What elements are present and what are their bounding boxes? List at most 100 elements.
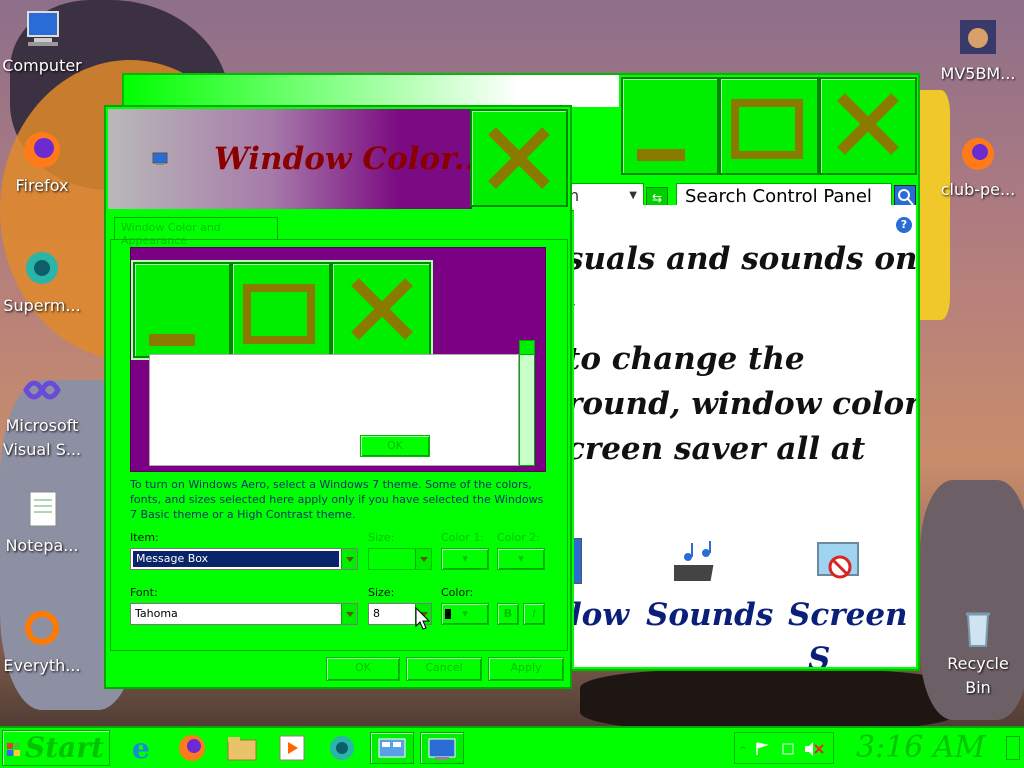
image-file-icon: [956, 16, 1000, 60]
font-value: Tahoma: [135, 607, 178, 620]
explorer-taskbar-button[interactable]: [224, 732, 260, 764]
description-line: round, window color,: [574, 386, 916, 422]
minimize-icon: [637, 149, 685, 161]
preview-close-button: [331, 262, 431, 358]
tray-icons: ^: [739, 742, 824, 756]
font-label: Font:: [130, 586, 158, 599]
firefox-icon: [956, 132, 1000, 176]
font-color-button[interactable]: ▾: [441, 603, 489, 625]
desktop-icon-everything[interactable]: Everyth...: [0, 608, 84, 678]
appearance-preview: OK: [130, 247, 546, 472]
dialog-close-button[interactable]: [470, 109, 568, 207]
superm-taskbar-button[interactable]: [324, 732, 360, 764]
internet-explorer-icon: e: [132, 732, 150, 765]
desktop-icon-label: Microsoft Visual S...: [2, 416, 82, 459]
control-panel-title-bar[interactable]: [124, 75, 619, 107]
desktop-icon-computer[interactable]: Computer: [0, 8, 84, 78]
clock[interactable]: 3:16 AM: [856, 730, 985, 765]
desktop-icon-label: Notepa...: [5, 536, 79, 555]
media-player-taskbar-button[interactable]: [274, 732, 310, 764]
mouse-cursor-icon: [415, 607, 431, 630]
firefox-icon: [179, 735, 205, 761]
start-button[interactable]: Start: [2, 730, 110, 766]
recycle-bin-icon: [956, 606, 1000, 650]
computer-icon: [20, 8, 64, 52]
desktop-icon-notepad[interactable]: Notepa...: [0, 488, 84, 558]
window-color-taskbar-button[interactable]: [420, 732, 464, 764]
desktop-icon-label: Recycle Bin: [947, 654, 1009, 697]
desktop-icon-superm[interactable]: Superm...: [0, 248, 84, 318]
desktop-icon-label: Firefox: [15, 176, 69, 195]
window-color-link[interactable]: dow: [574, 597, 629, 633]
window-color-icon: [152, 152, 168, 165]
minimize-icon: [149, 334, 195, 346]
dialog-title-bar[interactable]: Window Color...: [108, 109, 486, 209]
description-line: ,: [574, 281, 577, 317]
chevron-down-icon: [520, 341, 534, 355]
folder-icon: [227, 737, 257, 761]
show-desktop-button[interactable]: [1006, 736, 1020, 760]
desktop-icon-visual-studio[interactable]: Microsoft Visual S...: [0, 368, 84, 462]
window-color-icon: [428, 738, 456, 760]
app-shortcut-icon: [20, 248, 64, 292]
desktop-icon-label: Computer: [2, 56, 82, 75]
search-icon: [20, 608, 64, 652]
preview-scrollbar: [519, 340, 535, 466]
tab-window-color-and-appearance[interactable]: Window Color and Appearance: [114, 217, 278, 247]
minimize-button[interactable]: [621, 77, 719, 175]
preview-window: [131, 260, 433, 360]
desktop-icon-firefox[interactable]: Firefox: [0, 128, 84, 198]
desktop-icon-recycle-bin[interactable]: Recycle Bin: [936, 606, 1020, 700]
desktop-icon-club-penguin[interactable]: club-pe...: [936, 132, 1020, 202]
maximize-icon: [243, 284, 315, 344]
color2-button: ▾: [497, 548, 545, 570]
window-color-dialog[interactable]: Window Color... Window Color and Appeara…: [104, 105, 572, 689]
screen-saver-link[interactable]: Screen: [788, 597, 908, 633]
control-panel-icon: [378, 738, 406, 758]
apply-button[interactable]: Apply: [488, 657, 564, 681]
screen-saver-icon: [817, 542, 859, 579]
app-shortcut-icon: [330, 736, 354, 760]
font-color-label: Color:: [441, 586, 474, 599]
system-tray: ^: [734, 732, 834, 764]
screen-saver-link-continued[interactable]: S: [808, 641, 830, 667]
size-label-disabled: Size:: [368, 531, 395, 544]
preview-message-box: OK: [149, 354, 519, 466]
help-icon[interactable]: ?: [896, 217, 912, 233]
internet-explorer-taskbar-button[interactable]: e: [126, 732, 162, 765]
firefox-taskbar-button[interactable]: [174, 732, 210, 764]
item-selected-value: Message Box: [133, 551, 339, 567]
preview-ok-button: OK: [360, 435, 430, 457]
maximize-button[interactable]: [719, 77, 819, 175]
chevron-down-icon[interactable]: [341, 549, 357, 569]
color1-label: Color 1:: [441, 531, 484, 544]
sounds-link[interactable]: Sounds: [646, 597, 773, 633]
chevron-down-icon[interactable]: ▼: [629, 190, 637, 201]
control-panel-taskbar-button[interactable]: [370, 732, 414, 764]
firefox-icon: [20, 128, 64, 172]
svg-text:e: e: [132, 732, 150, 764]
italic-button[interactable]: I: [523, 603, 545, 625]
item-select[interactable]: Message Box: [130, 548, 358, 570]
refresh-icon: ⇆: [651, 191, 663, 205]
media-player-icon: [279, 735, 305, 761]
description-line: suals and sounds on: [574, 241, 916, 277]
close-button[interactable]: [819, 77, 917, 175]
desktop-icon-label: Superm...: [3, 296, 81, 315]
taskbar: Start e ^ 3:16 AM: [0, 726, 1024, 768]
svg-text:^: ^: [739, 746, 747, 756]
font-select[interactable]: Tahoma: [130, 603, 358, 625]
bold-button[interactable]: B: [497, 603, 519, 625]
color2-label: Color 2:: [497, 531, 540, 544]
visual-studio-icon: [20, 368, 64, 412]
color-swatch: [445, 609, 451, 619]
spinner-icon: [415, 549, 431, 569]
cancel-button[interactable]: Cancel: [406, 657, 482, 681]
desktop-icon-image-file[interactable]: MV5BM...: [936, 16, 1020, 86]
description-line: to change the: [574, 341, 805, 377]
desktop-icon-label: club-pe...: [940, 180, 1016, 199]
chevron-down-icon[interactable]: [341, 604, 357, 624]
ok-button[interactable]: OK: [326, 657, 400, 681]
control-panel-content: ? suals and sounds on , to change the ro…: [574, 205, 916, 667]
font-size-label: Size:: [368, 586, 395, 599]
